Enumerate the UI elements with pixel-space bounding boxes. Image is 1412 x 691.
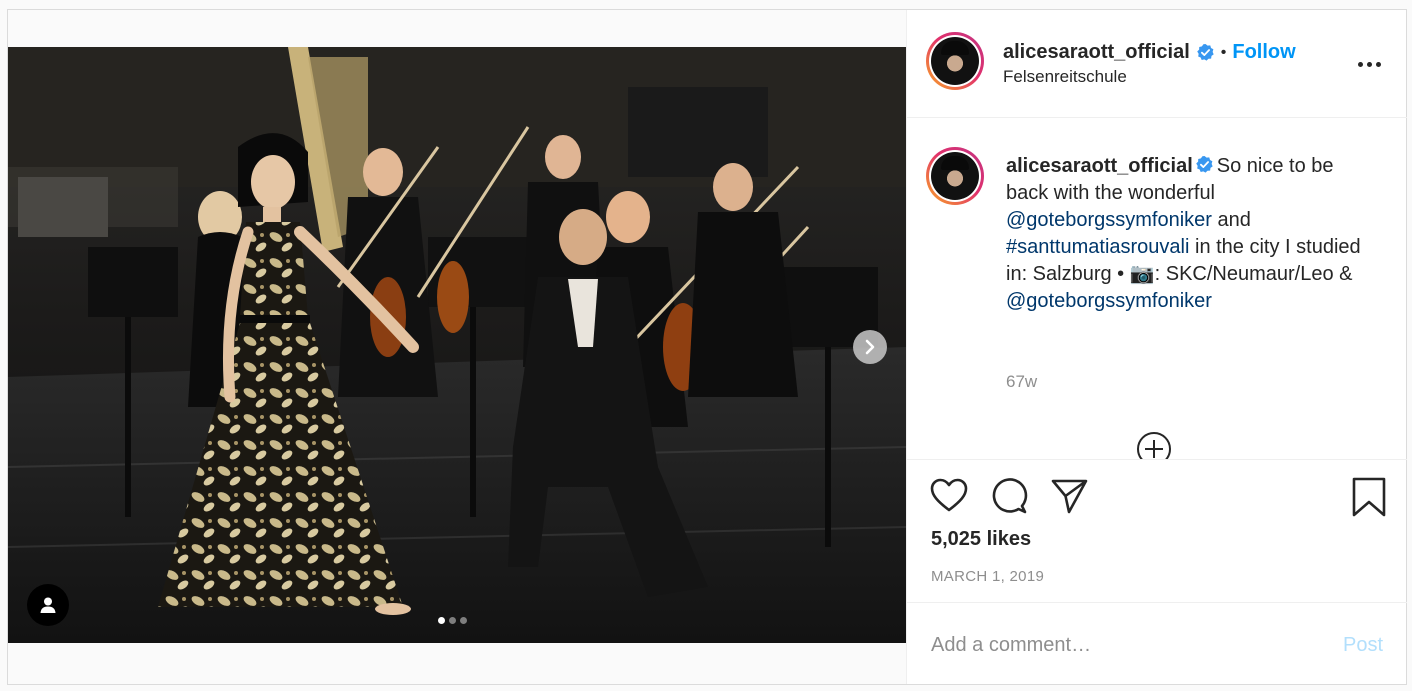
verified-badge-icon: [1195, 155, 1213, 173]
post-comment-button[interactable]: Post: [1343, 634, 1383, 657]
hashtag-link[interactable]: #santtumatiasrouvali: [1006, 236, 1189, 258]
caption-text: and: [1211, 209, 1251, 231]
post-photo[interactable]: [8, 47, 906, 643]
post-header: alicesaraott_official • Follow Felsenrei…: [907, 10, 1407, 118]
comment-icon[interactable]: [989, 476, 1029, 516]
comment-input[interactable]: [931, 627, 1311, 663]
carousel-dot: [438, 617, 445, 624]
caption-username[interactable]: alicesaraott_official: [1006, 155, 1193, 177]
mention-link[interactable]: @goteborgssymfoniker: [1006, 290, 1212, 312]
more-dot: [1375, 61, 1381, 67]
more-dot: [1357, 61, 1363, 67]
concert-photo-illustration: [8, 47, 906, 643]
header-user-line: alicesaraott_official • Follow: [1003, 41, 1296, 64]
user-icon: [40, 597, 56, 613]
avatar-border: [929, 150, 981, 202]
likes-count[interactable]: 5,025 likes: [931, 528, 1031, 551]
avatar[interactable]: [926, 32, 984, 90]
heart-icon[interactable]: [929, 476, 969, 516]
post-date[interactable]: MARCH 1, 2019: [931, 568, 1044, 585]
action-bar: [907, 476, 1407, 520]
carousel-dot: [460, 617, 467, 624]
post-caption: alicesaraott_official So nice to be back…: [1006, 153, 1366, 315]
next-image-button[interactable]: [853, 330, 887, 364]
caption-avatar[interactable]: [926, 147, 984, 205]
caption-timestamp[interactable]: 67w: [1006, 372, 1037, 392]
tagged-users-button[interactable]: [27, 584, 69, 626]
carousel-dot: [449, 617, 456, 624]
location-link[interactable]: Felsenreitschule: [1003, 67, 1127, 87]
comments-section: alicesaraott_official So nice to be back…: [907, 118, 1407, 460]
post-side-panel: alicesaraott_official • Follow Felsenrei…: [906, 10, 1407, 684]
post-media: [8, 10, 906, 684]
avatar-image: [931, 37, 979, 85]
carousel-indicator: [438, 617, 467, 624]
follow-button[interactable]: Follow: [1232, 41, 1295, 64]
avatar-border: [929, 35, 981, 87]
more-dot: [1366, 61, 1372, 67]
more-options-button[interactable]: [1351, 54, 1387, 74]
header-username[interactable]: alicesaraott_official: [1003, 41, 1190, 64]
add-comment-bar: Post: [907, 602, 1407, 684]
verified-badge-icon: [1196, 43, 1214, 61]
chevron-right-icon: [865, 339, 875, 355]
share-icon[interactable]: [1049, 476, 1089, 516]
post-card: alicesaraott_official • Follow Felsenrei…: [7, 9, 1407, 685]
bookmark-icon[interactable]: [1351, 476, 1387, 518]
avatar-image: [931, 152, 979, 200]
mention-link[interactable]: @goteborgssymfoniker: [1006, 209, 1212, 231]
header-separator: •: [1220, 43, 1227, 61]
load-more-comments-icon[interactable]: [1135, 430, 1173, 460]
